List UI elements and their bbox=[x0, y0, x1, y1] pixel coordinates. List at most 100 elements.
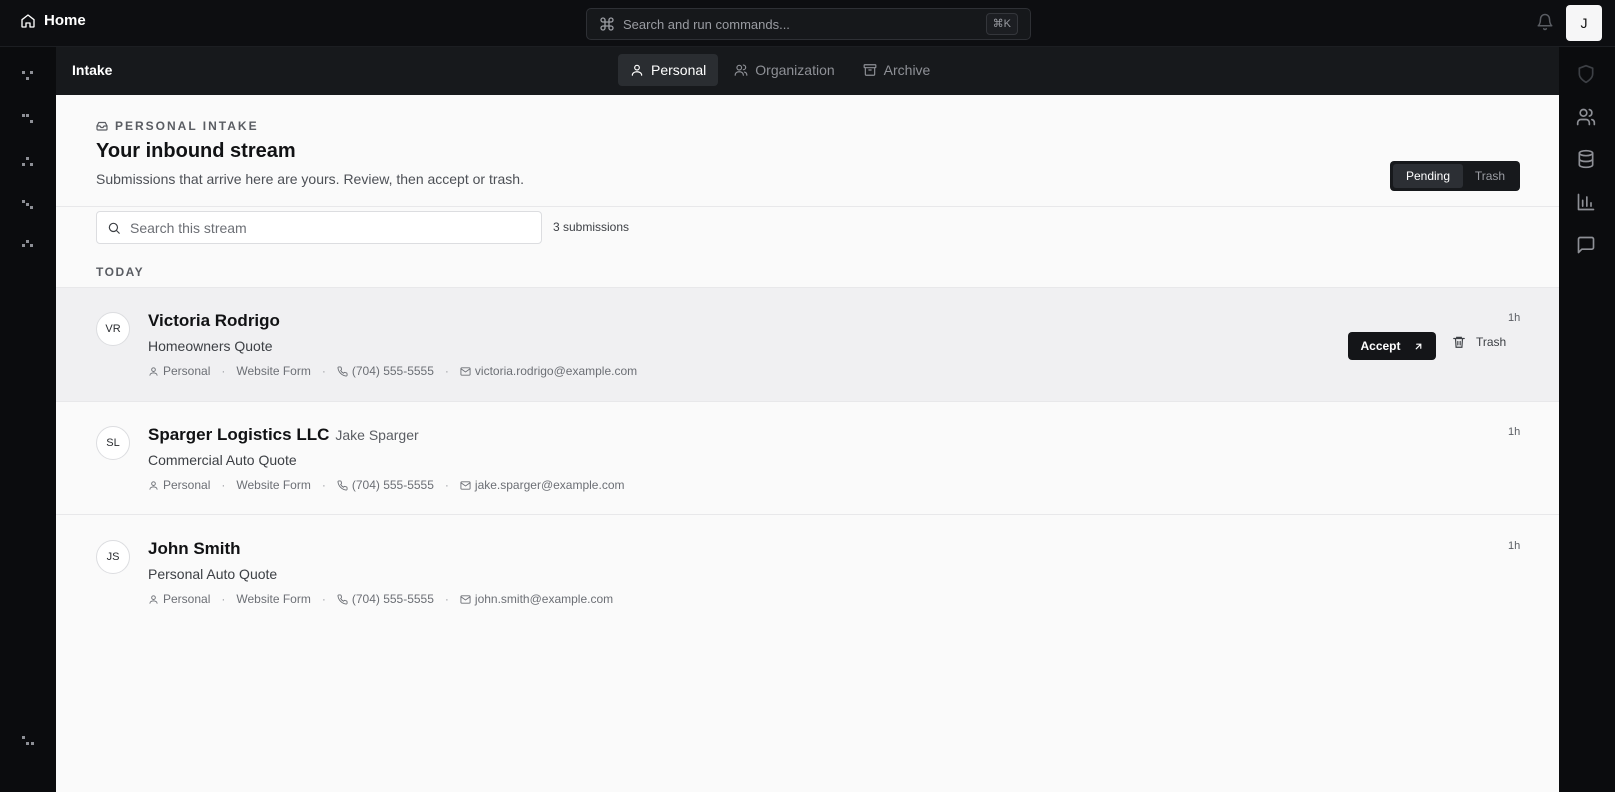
sub-header: Intake Personal Organization Archive bbox=[56, 47, 1559, 95]
nav-dots-icon[interactable] bbox=[22, 200, 36, 210]
eyebrow-label: PERSONAL INTAKE bbox=[115, 119, 259, 133]
submission-count: 3 submissions bbox=[553, 220, 630, 234]
group-label: TODAY bbox=[96, 265, 145, 279]
bar-chart-icon[interactable] bbox=[1576, 192, 1596, 212]
main-panel: Intake Personal Organization Archive PER… bbox=[56, 47, 1559, 792]
submission-type: Personal bbox=[163, 478, 211, 492]
avatar: JS bbox=[96, 540, 130, 574]
avatar: SL bbox=[96, 426, 130, 460]
trash-icon bbox=[1453, 336, 1465, 348]
arrow-up-right-icon bbox=[1415, 343, 1421, 349]
submission-meta: Personal · Website Form · (704) 555-5555… bbox=[148, 478, 624, 492]
submission-time: 1h bbox=[1508, 426, 1521, 438]
submission-product: Commercial Auto Quote bbox=[148, 452, 297, 468]
user-icon bbox=[149, 594, 158, 604]
home-link[interactable]: Home bbox=[20, 12, 86, 29]
separator-dot: · bbox=[221, 592, 226, 606]
bell-icon[interactable] bbox=[1536, 13, 1554, 31]
mail-icon bbox=[460, 480, 471, 490]
command-search-placeholder: Search and run commands... bbox=[623, 16, 790, 32]
separator-dot: · bbox=[444, 592, 449, 606]
accept-label: Accept bbox=[1360, 339, 1401, 353]
separator-dot: · bbox=[221, 364, 226, 378]
home-icon bbox=[21, 13, 35, 28]
submission-phone[interactable]: (704) 555-5555 bbox=[352, 592, 434, 606]
tab-personal[interactable]: Personal bbox=[618, 54, 719, 86]
submission-email[interactable]: victoria.rodrigo@example.com bbox=[475, 364, 637, 378]
tab-label: Organization bbox=[755, 62, 835, 78]
mail-icon bbox=[460, 594, 471, 604]
separator-dot: · bbox=[321, 592, 326, 606]
user-icon bbox=[149, 480, 158, 490]
submission-time: 1h bbox=[1508, 312, 1521, 324]
tab-label: Archive bbox=[883, 62, 931, 78]
page-title: Your inbound stream bbox=[96, 140, 296, 162]
submission-name: John Smith bbox=[148, 539, 241, 559]
submission-source: Website Form bbox=[236, 364, 311, 378]
submission-email[interactable]: john.smith@example.com bbox=[475, 592, 613, 606]
submission-row[interactable]: SL Sparger Logistics LLC Jake Sparger Com… bbox=[56, 402, 1559, 515]
divider bbox=[56, 206, 1559, 207]
command-icon bbox=[600, 17, 614, 31]
left-rail bbox=[0, 47, 56, 792]
status-filter: Pending Trash bbox=[1390, 161, 1520, 191]
page-eyebrow: PERSONAL INTAKE bbox=[96, 119, 259, 133]
submitter-name: Sparger Logistics LLC bbox=[148, 425, 330, 444]
submission-contact: Jake Sparger bbox=[335, 427, 419, 443]
submission-meta: Personal · Website Form · (704) 555-5555… bbox=[148, 592, 613, 606]
nav-dots-icon[interactable] bbox=[22, 736, 36, 746]
submission-type: Personal bbox=[163, 364, 211, 378]
user-icon bbox=[631, 64, 643, 76]
phone-icon bbox=[337, 479, 348, 490]
submission-source: Website Form bbox=[236, 592, 311, 606]
command-search[interactable]: Search and run commands... ⌘K bbox=[586, 8, 1031, 40]
submission-phone[interactable]: (704) 555-5555 bbox=[352, 364, 434, 378]
tab-archive[interactable]: Archive bbox=[851, 54, 943, 86]
submission-source: Website Form bbox=[236, 478, 311, 492]
tab-label: Personal bbox=[651, 62, 707, 78]
nav-dots-icon[interactable] bbox=[22, 114, 36, 124]
separator-dot: · bbox=[444, 478, 449, 492]
accept-button[interactable]: Accept bbox=[1348, 332, 1436, 360]
shield-icon[interactable] bbox=[1576, 64, 1596, 84]
nav-dots-icon[interactable] bbox=[22, 157, 36, 167]
search-icon bbox=[108, 222, 120, 234]
users-icon[interactable] bbox=[1576, 107, 1596, 127]
tab-bar: Personal Organization Archive bbox=[618, 54, 942, 86]
submission-type: Personal bbox=[163, 592, 211, 606]
database-icon[interactable] bbox=[1576, 149, 1596, 169]
submission-phone[interactable]: (704) 555-5555 bbox=[352, 478, 434, 492]
page-description: Submissions that arrive here are yours. … bbox=[96, 171, 524, 187]
submission-product: Homeowners Quote bbox=[148, 338, 273, 354]
phone-icon bbox=[337, 365, 348, 376]
user-avatar[interactable]: J bbox=[1566, 5, 1602, 41]
submitter-name: John Smith bbox=[148, 539, 241, 558]
submission-name: Sparger Logistics LLC Jake Sparger bbox=[148, 425, 419, 445]
top-bar: Home Search and run commands... ⌘K J bbox=[0, 0, 1615, 47]
user-icon bbox=[149, 366, 158, 376]
trash-button[interactable]: Trash bbox=[1452, 335, 1506, 349]
archive-icon bbox=[863, 64, 877, 76]
nav-dots-icon[interactable] bbox=[22, 240, 36, 250]
submitter-name: Victoria Rodrigo bbox=[148, 311, 280, 330]
nav-dots-icon[interactable] bbox=[22, 71, 36, 81]
home-label: Home bbox=[44, 12, 86, 29]
trash-label: Trash bbox=[1476, 335, 1507, 349]
inbox-icon bbox=[96, 121, 108, 131]
phone-icon bbox=[337, 593, 348, 604]
section-title: Intake bbox=[72, 62, 113, 78]
users-icon bbox=[734, 64, 748, 76]
submission-email[interactable]: jake.sparger@example.com bbox=[475, 478, 625, 492]
filter-pending[interactable]: Pending bbox=[1393, 164, 1463, 188]
submission-time: 1h bbox=[1508, 540, 1521, 552]
separator-dot: · bbox=[221, 478, 226, 492]
filter-trash[interactable]: Trash bbox=[1463, 164, 1517, 188]
tab-organization[interactable]: Organization bbox=[722, 54, 846, 86]
submission-row[interactable]: VR Victoria Rodrigo Homeowners Quote Per… bbox=[56, 288, 1559, 401]
separator-dot: · bbox=[444, 364, 449, 378]
shortcut-hint: ⌘K bbox=[985, 13, 1018, 35]
message-icon[interactable] bbox=[1576, 235, 1596, 255]
submission-row[interactable]: JS John Smith Personal Auto Quote Person… bbox=[56, 516, 1559, 629]
stream-search-input[interactable]: Search this stream bbox=[96, 211, 542, 244]
mail-icon bbox=[460, 366, 471, 376]
